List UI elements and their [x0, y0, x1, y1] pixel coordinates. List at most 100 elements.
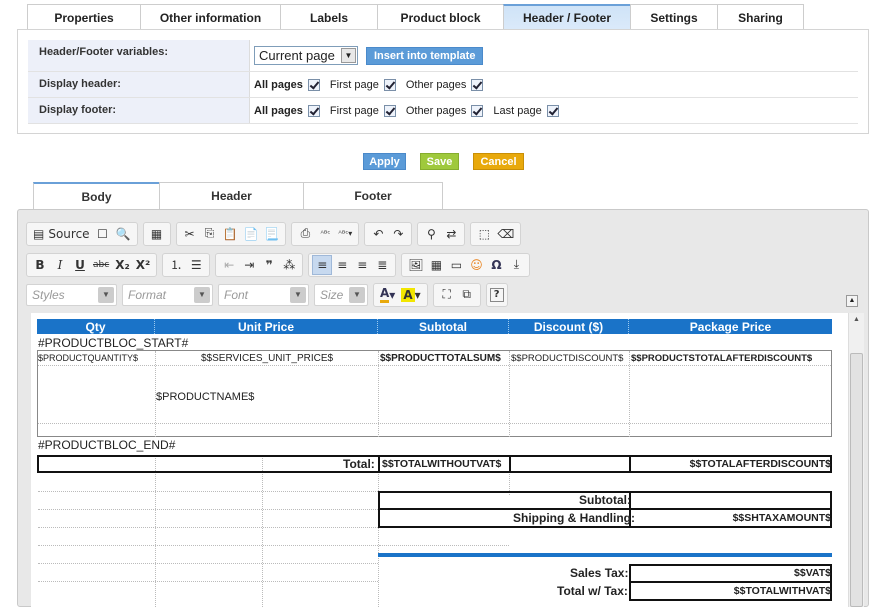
align-right-icon[interactable]: ≡	[352, 255, 372, 275]
strikethrough-icon[interactable]: abc	[90, 255, 112, 275]
font-combo[interactable]: Font ▼	[218, 283, 309, 306]
horizontal-rule-icon[interactable]: ▭	[446, 255, 466, 275]
scroll-up-icon[interactable]: ▲	[849, 313, 864, 327]
grid-line	[629, 455, 631, 473]
copy-icon[interactable]: ⎘	[200, 224, 220, 244]
shipping-label: Shipping & Handling:	[513, 511, 635, 525]
blockquote-icon[interactable]: ❞	[259, 255, 279, 275]
shipping-variable: $$SHTAXAMOUNT$	[732, 512, 831, 524]
vars-select[interactable]: Current page ▼	[254, 46, 358, 65]
align-center-icon[interactable]: ≡	[332, 255, 352, 275]
spellcheck-as-you-type-icon[interactable]: ᴬᴮᶜ▾	[335, 224, 355, 244]
display-footer-row: Display footer: All pages First page Oth…	[28, 98, 858, 124]
show-blocks-icon[interactable]: ⧉	[457, 285, 477, 305]
align-justify-icon[interactable]: ≣	[372, 255, 392, 275]
tab-labels[interactable]: Labels	[280, 4, 378, 30]
header-other-pages-checkbox[interactable]	[471, 78, 484, 91]
header-first-page-checkbox[interactable]	[383, 78, 396, 91]
new-page-icon[interactable]: ☐	[93, 224, 113, 244]
tab-settings[interactable]: Settings	[630, 4, 718, 30]
indent-icon[interactable]: ⇥	[239, 255, 259, 275]
grid-line	[38, 581, 378, 582]
replace-icon[interactable]: ⇄	[441, 224, 461, 244]
templates-icon[interactable]: ▦	[147, 224, 167, 244]
footer-last-page-checkbox[interactable]	[546, 104, 559, 117]
grid-line	[38, 491, 378, 492]
undo-icon[interactable]: ↶	[368, 224, 388, 244]
bulleted-list-icon[interactable]: ☰	[186, 255, 206, 275]
outdent-icon[interactable]: ⇤	[219, 255, 239, 275]
product-name-variable: $PRODUCTNAME$	[156, 391, 255, 403]
tab-properties[interactable]: Properties	[27, 4, 141, 30]
find-group: ⚲ ⇄	[417, 221, 466, 246]
footer-first-page-checkbox[interactable]	[383, 104, 396, 117]
grid-line	[38, 509, 378, 510]
grid-line	[378, 455, 380, 473]
find-icon[interactable]: ⚲	[421, 224, 441, 244]
numbered-list-icon[interactable]: ⒈	[166, 255, 186, 275]
cancel-button[interactable]: Cancel	[473, 153, 524, 170]
color-group: A ▾ A ▾	[373, 282, 428, 307]
header-unit-price: Unit Price	[155, 319, 378, 334]
underline-icon[interactable]: U	[70, 255, 90, 275]
text-color-icon[interactable]: A ▾	[377, 285, 398, 305]
styles-combo[interactable]: Styles ▼	[26, 283, 117, 306]
tab-sharing[interactable]: Sharing	[717, 4, 804, 30]
smiley-icon[interactable]: ☺	[466, 255, 486, 275]
display-header-row: Display header: All pages First page Oth…	[28, 72, 858, 98]
remove-format-icon[interactable]: ⌫	[494, 224, 517, 244]
vertical-scrollbar[interactable]: ▲	[848, 313, 864, 607]
paste-icon[interactable]: 📋	[220, 224, 241, 244]
paste-word-icon[interactable]: 📃	[261, 224, 282, 244]
footer-all-pages-checkbox[interactable]	[307, 104, 320, 117]
scrollbar-thumb[interactable]	[850, 353, 863, 607]
separator-bar	[378, 553, 832, 557]
redo-icon[interactable]: ↷	[388, 224, 408, 244]
grid-line	[379, 545, 509, 546]
template-group: ▦	[142, 221, 171, 246]
superscript-icon[interactable]: X²	[133, 255, 154, 275]
special-char-icon[interactable]: Ω	[486, 255, 506, 275]
insert-into-template-button[interactable]: Insert into template	[366, 46, 484, 65]
select-all-icon[interactable]: ⬚	[474, 224, 494, 244]
preview-icon[interactable]: 🔍	[113, 224, 134, 244]
bg-color-icon[interactable]: A ▾	[398, 285, 423, 305]
bold-icon[interactable]: B	[30, 255, 50, 275]
tab-product-block[interactable]: Product block	[377, 4, 504, 30]
grid-line	[38, 563, 378, 564]
total-label: Total:	[343, 457, 375, 471]
page-break-icon[interactable]: ⤓	[506, 255, 526, 275]
div-container-icon[interactable]: ⁂	[279, 255, 299, 275]
tab-header[interactable]: Header	[159, 182, 304, 209]
tab-body[interactable]: Body	[33, 182, 160, 209]
align-left-icon[interactable]: ≡	[312, 254, 333, 275]
settings-tabs: Properties Other information Labels Prod…	[27, 4, 804, 30]
tab-footer[interactable]: Footer	[303, 182, 443, 209]
footer-other-pages-checkbox[interactable]	[471, 104, 484, 117]
header-all-pages-checkbox[interactable]	[307, 78, 320, 91]
tab-header-footer[interactable]: Header / Footer	[503, 4, 631, 30]
apply-button[interactable]: Apply	[363, 153, 406, 170]
spellcheck-icon[interactable]: ᴬᴮᶜ	[315, 224, 335, 244]
tab-other-information[interactable]: Other information	[140, 4, 281, 30]
subscript-icon[interactable]: X₂	[112, 255, 133, 275]
indent-group: ⇤ ⇥ ❞ ⁂	[215, 252, 304, 277]
cut-icon[interactable]: ✂	[180, 224, 200, 244]
source-button[interactable]: ▤ Source	[30, 224, 93, 244]
print-icon[interactable]: ⎙	[295, 224, 315, 244]
maximize-icon[interactable]: ⛶	[437, 285, 457, 305]
save-button[interactable]: Save	[420, 153, 459, 170]
help-icon[interactable]: ?	[489, 287, 504, 302]
paste-text-icon[interactable]: 📄	[240, 224, 261, 244]
unit-price-variable: $$SERVICES_UNIT_PRICE$	[201, 353, 334, 364]
editor-content[interactable]: Qty Unit Price Subtotal Discount ($) Pac…	[31, 313, 848, 607]
image-icon[interactable]: 🖼	[405, 255, 426, 275]
insert-group: 🖼 ▦ ▭ ☺ Ω ⤓	[401, 252, 531, 277]
collapse-toolbar-icon[interactable]: ▲	[846, 295, 858, 307]
size-combo[interactable]: Size ▼	[314, 283, 368, 306]
table-icon[interactable]: ▦	[426, 255, 446, 275]
product-bloc-end: #PRODUCTBLOC_END#	[38, 438, 176, 452]
format-combo[interactable]: Format ▼	[122, 283, 213, 306]
italic-icon[interactable]: I	[50, 255, 70, 275]
header-other-pages-label: Other pages	[405, 78, 467, 91]
